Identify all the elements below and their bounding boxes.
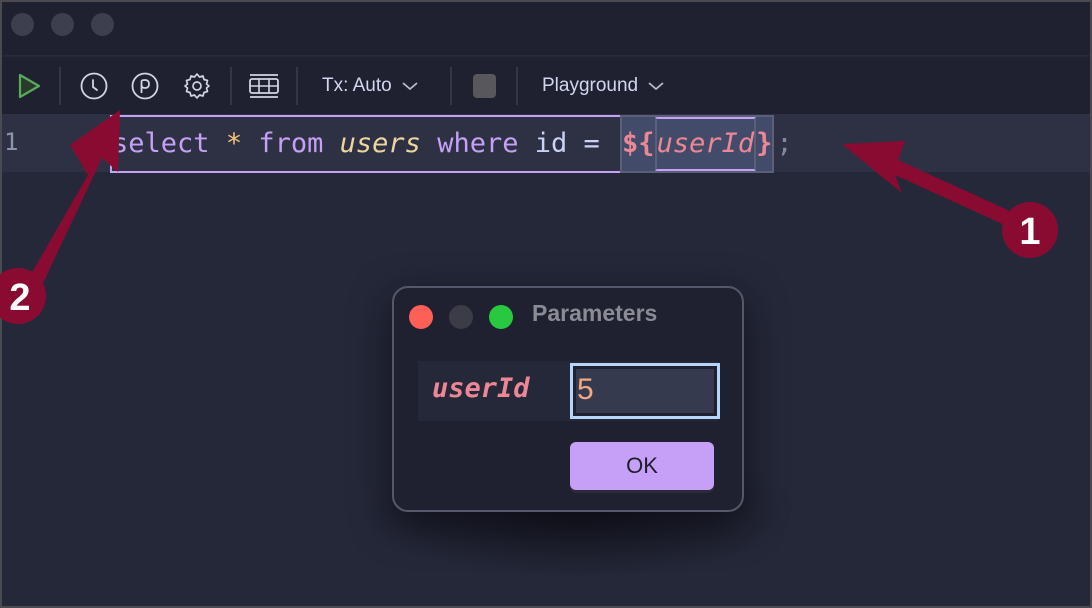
placeholder-open: ${ [622,128,655,159]
toolbar: Tx: Auto Playground [2,57,1090,114]
parameters-dialog: Parameters userId 5 OK [392,286,744,512]
semicolon: ; [776,128,793,159]
placeholder-close: } [756,128,773,159]
query-highlight: select * from users where id = [110,115,621,173]
keyword-select: select [112,128,210,159]
column-name: id [534,128,568,159]
parameter-label: userId [432,373,530,404]
tx-mode-dropdown[interactable]: Tx: Auto [322,57,418,114]
table-name: users [339,128,421,159]
parameters-button[interactable] [128,57,162,114]
parameter-value-input[interactable]: 5 [570,363,720,419]
play-icon [18,73,41,98]
dialog-close-button[interactable] [409,305,433,329]
minimize-window-button[interactable] [51,13,74,36]
chevron-down-icon [402,81,418,90]
toolbar-divider [59,67,61,105]
history-button[interactable] [77,57,111,114]
stop-icon [472,73,496,98]
table-icon [249,73,279,98]
close-window-button[interactable] [11,13,34,36]
connection-dropdown[interactable]: Playground [542,57,664,114]
clock-icon [80,72,108,99]
maximize-window-button[interactable] [91,13,114,36]
run-button[interactable] [12,57,46,114]
toolbar-divider [296,67,298,105]
settings-button[interactable] [180,57,214,114]
operator-star: * [225,128,243,159]
stop-button[interactable] [470,57,498,114]
placeholder-name: userId [654,117,757,171]
toolbar-divider [230,67,232,105]
parameter-row: userId 5 [418,361,720,421]
p-circle-icon [131,72,159,99]
keyword-where: where [437,128,519,159]
dialog-zoom-button[interactable] [489,305,513,329]
tx-mode-label: Tx: Auto [322,74,392,96]
code-line[interactable]: select * from users where id = ${userId}… [110,115,793,173]
dialog-minimize-button [449,305,473,329]
line-number: 1 [4,128,19,156]
toolbar-divider [450,67,452,105]
dialog-title: Parameters [532,300,658,326]
title-bar [2,2,1090,56]
keyword-from: from [258,128,324,159]
operator-equals: = [583,128,600,159]
gear-icon [184,72,210,99]
toolbar-divider [516,67,518,105]
connection-label: Playground [542,74,639,96]
placeholder-token[interactable]: ${userId} [620,115,775,173]
chevron-down-icon [648,81,664,90]
ok-button[interactable]: OK [570,442,714,490]
table-view-button[interactable] [247,57,281,114]
